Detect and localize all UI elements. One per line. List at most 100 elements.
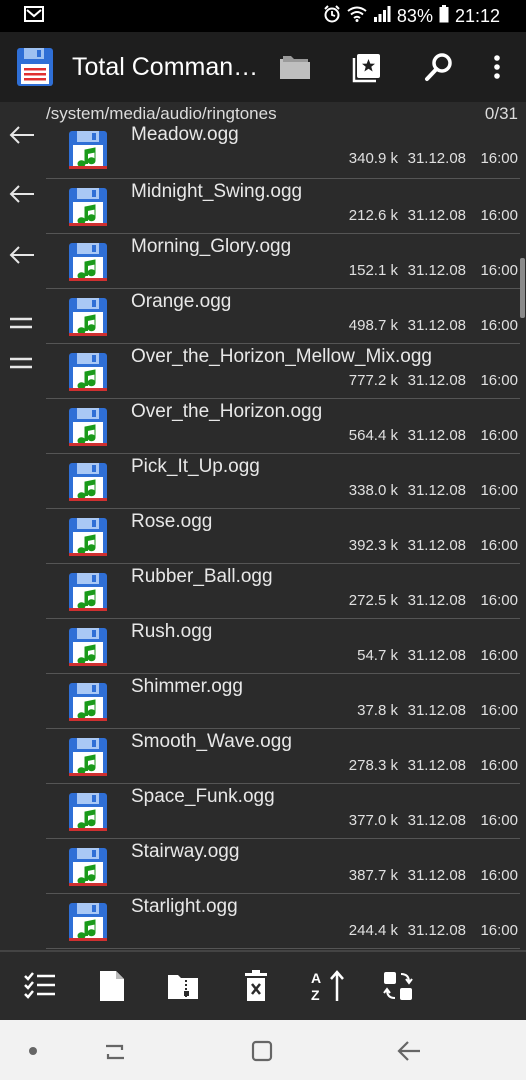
file-row[interactable]: Meadow.ogg 340.9 k 31.12.08 16:00 [46,122,520,179]
file-size: 392.3 k [348,537,398,554]
panel-toggle-button[interactable] [9,314,33,332]
folder-icon [280,56,310,79]
svg-text:A: A [311,970,321,986]
file-date: 31.12.08 [407,812,466,829]
panel-toggle-button[interactable] [9,354,33,372]
audio-file-icon [68,187,108,227]
app-bar: Total Comman… [0,32,526,102]
home-icon [251,1040,273,1062]
file-row[interactable]: Smooth_Wave.ogg 278.3 k 31.12.08 16:00 [46,729,520,784]
audio-file-icon [68,517,108,557]
file-row[interactable]: Shimmer.ogg 37.8 k 31.12.08 16:00 [46,674,520,729]
sort-icon: A Z [311,970,344,1003]
signal-icon [373,5,391,27]
file-row[interactable]: Morning_Glory.ogg 152.1 k 31.12.08 16:00 [46,234,520,289]
file-time: 16:00 [480,150,518,167]
audio-file-icon [68,902,108,942]
file-time: 16:00 [480,922,518,939]
audio-file-icon [68,682,108,722]
scrollbar-thumb[interactable] [520,258,525,318]
file-row[interactable]: Space_Funk.ogg 377.0 k 31.12.08 16:00 [46,784,520,839]
file-row[interactable]: Rose.ogg 392.3 k 31.12.08 16:00 [46,509,520,564]
back-arrow-button[interactable] [8,244,36,268]
new-file-button[interactable] [94,968,130,1004]
select-multiple-button[interactable] [22,968,58,1004]
file-row[interactable]: Over_the_Horizon_Mellow_Mix.ogg 777.2 k … [46,344,520,399]
bottom-toolbar: A Z [0,950,526,1020]
file-name: Smooth_Wave.ogg [131,731,292,752]
file-date: 31.12.08 [407,482,466,499]
file-name: Orange.ogg [131,291,232,312]
file-name: Over_the_Horizon_Mellow_Mix.ogg [131,346,432,367]
file-row[interactable]: Starlight.ogg 244.4 k 31.12.08 16:00 [46,894,520,949]
system-nav-bar [0,1020,526,1080]
zip-folder-icon [168,975,198,999]
file-row[interactable]: Orange.ogg 498.7 k 31.12.08 16:00 [46,289,520,344]
file-time: 16:00 [480,867,518,884]
file-time: 16:00 [480,317,518,334]
total-commander-logo-icon [16,47,54,87]
file-size: 278.3 k [348,757,398,774]
file-size: 498.7 k [348,317,398,334]
audio-file-icon [68,792,108,832]
file-list[interactable]: Meadow.ogg 340.9 k 31.12.08 16:00 Midnig… [46,122,520,949]
file-size: 272.5 k [348,592,398,609]
file-date: 31.12.08 [407,207,466,224]
back-arrow-button[interactable] [8,183,36,207]
back-arrow-button[interactable] [8,124,36,148]
folders-button[interactable] [278,50,312,84]
file-row[interactable]: Rubber_Ball.ogg 272.5 k 31.12.08 16:00 [46,564,520,619]
file-date: 31.12.08 [407,372,466,389]
status-indicators: 83% 21:12 [323,4,500,28]
file-time: 16:00 [480,427,518,444]
clock: 21:12 [454,5,500,26]
file-date: 31.12.08 [407,757,466,774]
zip-button[interactable] [165,968,201,1004]
file-date: 31.12.08 [407,867,466,884]
bookmark-star-icon [352,54,380,83]
file-size: 377.0 k [348,812,398,829]
arrow-left-icon [9,185,34,203]
alarm-icon [323,4,341,28]
file-row[interactable]: Stairway.ogg 387.7 k 31.12.08 16:00 [46,839,520,894]
delete-button[interactable] [238,968,274,1004]
file-size: 340.9 k [348,150,398,167]
battery-icon [439,4,449,28]
audio-file-icon [68,572,108,612]
back-button[interactable] [396,1038,422,1064]
search-button[interactable] [422,50,456,84]
file-size: 564.4 k [348,427,398,444]
swap-panels-button[interactable] [380,968,416,1004]
audio-file-icon [68,130,108,170]
recent-apps-icon [106,1044,124,1060]
back-icon [397,1041,420,1061]
audio-file-icon [68,242,108,282]
file-time: 16:00 [480,592,518,609]
recent-apps-button[interactable] [102,1038,128,1064]
home-button[interactable] [250,1038,276,1064]
file-row[interactable]: Midnight_Swing.ogg 212.6 k 31.12.08 16:0… [46,179,520,234]
app-title: Total Comman… [72,52,259,81]
sort-button[interactable]: A Z [309,968,345,1004]
file-date: 31.12.08 [407,537,466,554]
file-row[interactable]: Pick_It_Up.ogg 338.0 k 31.12.08 16:00 [46,454,520,509]
file-date: 31.12.08 [407,150,466,167]
arrow-left-icon [9,246,34,264]
file-name: Rubber_Ball.ogg [131,566,273,587]
file-size: 387.7 k [348,867,398,884]
bookmarks-button[interactable] [350,50,384,84]
nav-dot-icon[interactable] [22,1038,48,1064]
status-bar: 83% 21:12 [0,0,526,32]
file-time: 16:00 [480,207,518,224]
file-date: 31.12.08 [407,427,466,444]
file-size: 244.4 k [348,922,398,939]
file-row[interactable]: Rush.ogg 54.7 k 31.12.08 16:00 [46,619,520,674]
file-size: 338.0 k [348,482,398,499]
file-size: 777.2 k [348,372,398,389]
overflow-menu-button[interactable] [480,50,514,84]
file-date: 31.12.08 [407,317,466,334]
audio-file-icon [68,627,108,667]
file-row[interactable]: Over_the_Horizon.ogg 564.4 k 31.12.08 16… [46,399,520,454]
audio-file-icon [68,847,108,887]
new-file-icon [100,971,124,1001]
